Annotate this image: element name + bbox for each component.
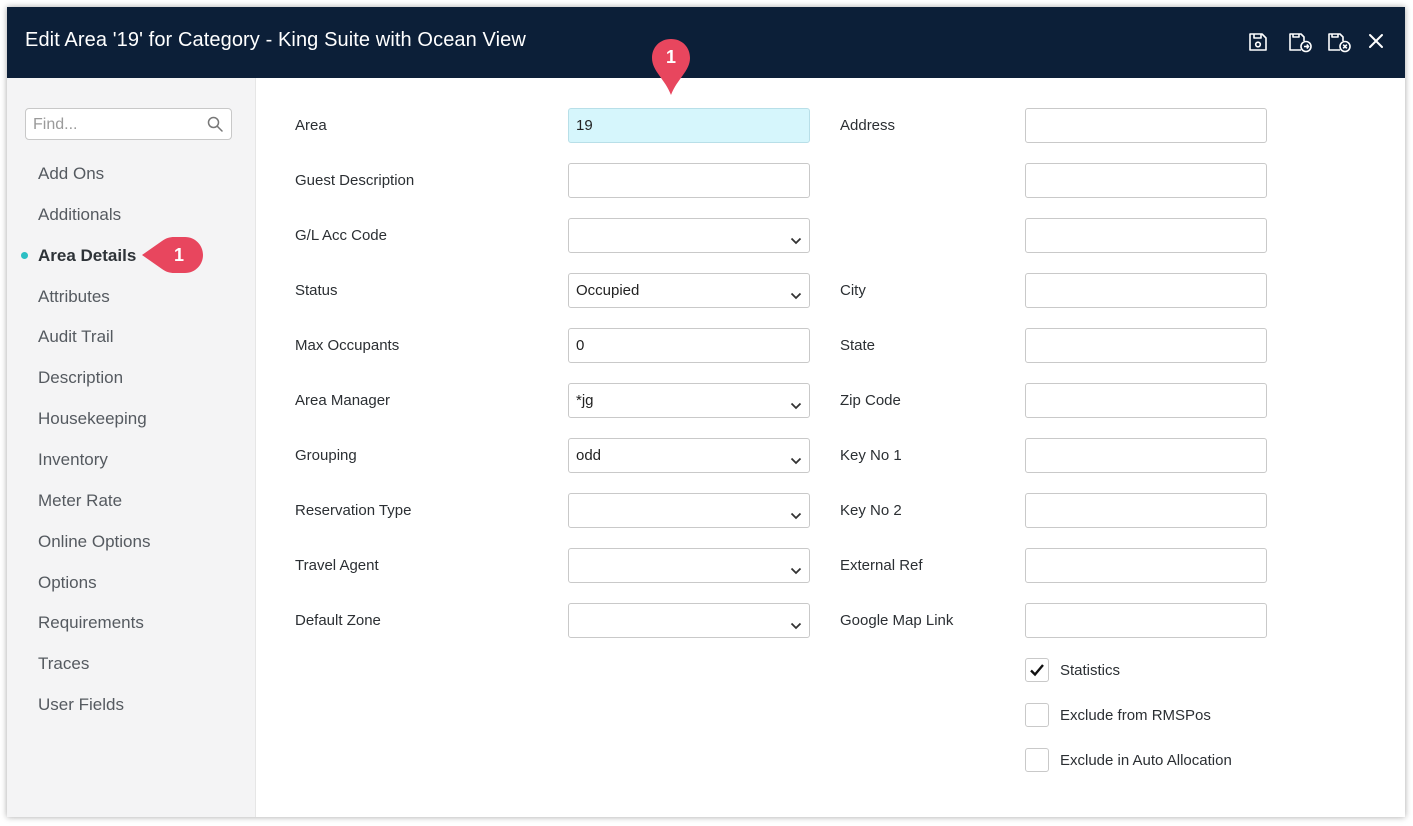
annotation-marker-top-number: 1 bbox=[665, 47, 676, 67]
address-label: Address bbox=[840, 117, 896, 134]
chevron-down-icon bbox=[790, 287, 802, 304]
default-zone-label: Default Zone bbox=[295, 612, 381, 629]
search-icon[interactable] bbox=[207, 116, 223, 137]
sidebar-item-requirements[interactable]: Requirements bbox=[38, 613, 144, 633]
gl-acc-code-select[interactable] bbox=[568, 218, 810, 253]
chevron-down-icon bbox=[790, 397, 802, 414]
reservation-type-select[interactable] bbox=[568, 493, 810, 528]
title-bar: Edit Area '19' for Category - King Suite… bbox=[7, 7, 1405, 78]
area-manager-select[interactable]: *jg bbox=[568, 383, 810, 418]
sidebar-item-traces[interactable]: Traces bbox=[38, 654, 89, 674]
city-label: City bbox=[840, 282, 866, 299]
sidebar-item-attributes[interactable]: Attributes bbox=[38, 287, 110, 307]
sidebar-item-description[interactable]: Description bbox=[38, 368, 123, 388]
city-field[interactable] bbox=[1025, 273, 1267, 308]
grouping-select[interactable]: odd bbox=[568, 438, 810, 473]
sidebar-item-add-ons[interactable]: Add Ons bbox=[38, 164, 104, 184]
edit-area-dialog: Edit Area '19' for Category - King Suite… bbox=[7, 7, 1405, 817]
state-field[interactable] bbox=[1025, 328, 1267, 363]
travel-agent-label: Travel Agent bbox=[295, 557, 379, 574]
exclude-in-auto-allocation-checkbox[interactable] bbox=[1025, 748, 1049, 772]
sidebar-item-housekeeping[interactable]: Housekeeping bbox=[38, 409, 147, 429]
chevron-down-icon bbox=[790, 617, 802, 634]
status-value: Occupied bbox=[576, 282, 640, 299]
sidebar-item-inventory[interactable]: Inventory bbox=[38, 450, 108, 470]
area-field[interactable]: 19 bbox=[568, 108, 810, 143]
statistics-label: Statistics bbox=[1060, 662, 1121, 679]
status-select[interactable]: Occupied bbox=[568, 273, 810, 308]
search-input[interactable] bbox=[31, 113, 205, 137]
exclude-from-rmspos-label: Exclude from RMSPos bbox=[1060, 707, 1211, 724]
max-occupants-label: Max Occupants bbox=[295, 337, 400, 354]
reservation-type-label: Reservation Type bbox=[295, 502, 412, 519]
chevron-down-icon bbox=[790, 562, 802, 579]
statistics-checkbox[interactable] bbox=[1025, 658, 1049, 682]
key-no-2-field[interactable] bbox=[1025, 493, 1267, 528]
area-label: Area bbox=[295, 117, 327, 134]
area-manager-value: *jg bbox=[576, 392, 594, 409]
guest-description-label: Guest Description bbox=[295, 172, 415, 189]
google-map-link-label: Google Map Link bbox=[840, 612, 954, 629]
grouping-value: odd bbox=[576, 447, 602, 464]
external-ref-field[interactable] bbox=[1025, 548, 1267, 583]
gl-acc-code-label: G/L Acc Code bbox=[295, 227, 387, 244]
key-no-1-field[interactable] bbox=[1025, 438, 1267, 473]
max-occupants-field[interactable]: 0 bbox=[568, 328, 810, 363]
chevron-down-icon bbox=[790, 232, 802, 249]
key-no-1-label: Key No 1 bbox=[840, 447, 902, 464]
sidebar-item-user-fields[interactable]: User Fields bbox=[38, 695, 124, 715]
status-label: Status bbox=[295, 282, 338, 299]
address-line-1-field[interactable] bbox=[1025, 108, 1267, 143]
sidebar-item-area-details[interactable]: Area Details bbox=[38, 246, 136, 266]
area-value: 19 bbox=[576, 117, 593, 134]
state-label: State bbox=[840, 337, 876, 354]
save-and-close-icon[interactable] bbox=[1326, 31, 1352, 55]
sidebar-item-options[interactable]: Options bbox=[38, 573, 97, 593]
sidebar-item-audit-trail[interactable]: Audit Trail bbox=[38, 327, 114, 347]
guest-description-field[interactable] bbox=[568, 163, 810, 198]
annotation-marker-sidebar-number: 1 bbox=[173, 245, 184, 265]
address-line-2-field[interactable] bbox=[1025, 163, 1267, 198]
zip-code-field[interactable] bbox=[1025, 383, 1267, 418]
default-zone-select[interactable] bbox=[568, 603, 810, 638]
travel-agent-select[interactable] bbox=[568, 548, 810, 583]
sidebar-item-additionals[interactable]: Additionals bbox=[38, 205, 121, 225]
close-icon[interactable] bbox=[1366, 31, 1390, 55]
chevron-down-icon bbox=[790, 507, 802, 524]
chevron-down-icon bbox=[790, 452, 802, 469]
area-manager-label: Area Manager bbox=[295, 392, 391, 409]
exclude-in-auto-allocation-label: Exclude in Auto Allocation bbox=[1060, 752, 1232, 769]
zip-code-label: Zip Code bbox=[840, 392, 901, 409]
checkmark-icon bbox=[1030, 664, 1044, 677]
external-ref-label: External Ref bbox=[840, 557, 923, 574]
dialog-title: Edit Area '19' for Category - King Suite… bbox=[25, 29, 526, 51]
grouping-label: Grouping bbox=[295, 447, 357, 464]
active-indicator-dot bbox=[21, 252, 28, 259]
save-and-exit-icon[interactable] bbox=[1287, 31, 1313, 55]
key-no-2-label: Key No 2 bbox=[840, 502, 902, 519]
sidebar-item-online-options[interactable]: Online Options bbox=[38, 532, 150, 552]
sidebar: Add Ons Additionals Area Details Attribu… bbox=[7, 78, 256, 817]
max-occupants-value: 0 bbox=[576, 337, 585, 354]
exclude-from-rmspos-checkbox[interactable] bbox=[1025, 703, 1049, 727]
sidebar-item-meter-rate[interactable]: Meter Rate bbox=[38, 491, 122, 511]
google-map-link-field[interactable] bbox=[1025, 603, 1267, 638]
sidebar-search bbox=[25, 108, 232, 140]
save-icon[interactable] bbox=[1247, 31, 1271, 55]
address-line-3-field[interactable] bbox=[1025, 218, 1267, 253]
